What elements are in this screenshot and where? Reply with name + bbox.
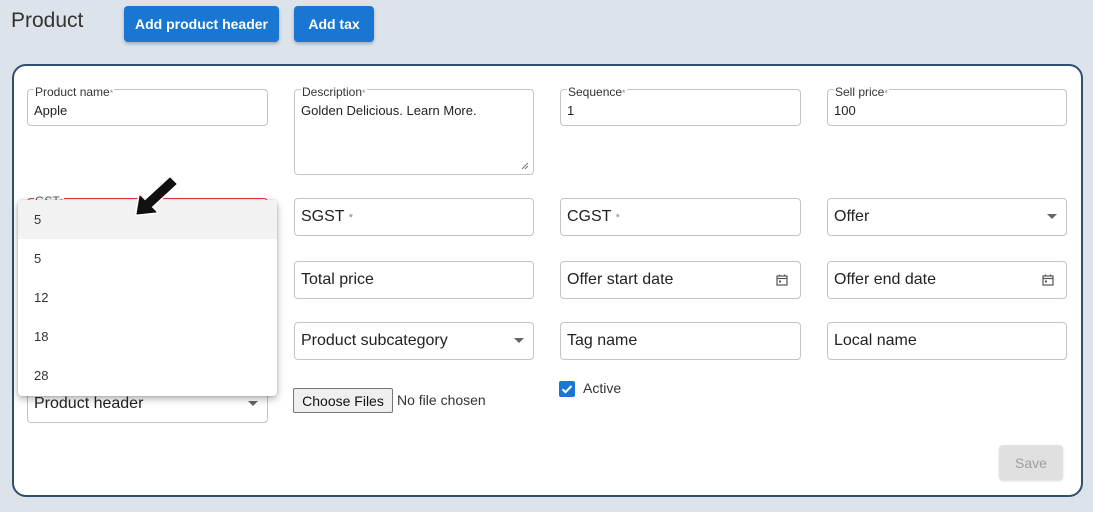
sequence-label: Sequence* [567, 85, 627, 99]
offer-end-date-placeholder: Offer end date [834, 271, 936, 288]
cgst-placeholder: CGST * [567, 208, 620, 225]
sgst-field[interactable]: SGST * [294, 198, 534, 236]
resize-handle-icon[interactable] [521, 162, 529, 170]
file-status-text: No file chosen [397, 392, 486, 408]
local-name-field[interactable]: Local name [827, 322, 1067, 360]
description-field[interactable]: Description* Golden Delicious. Learn Mor… [294, 85, 534, 175]
local-name-placeholder: Local name [834, 332, 917, 349]
cgst-field[interactable]: CGST * [560, 198, 801, 236]
chevron-down-icon [1047, 214, 1057, 219]
gst-option[interactable]: 28 [18, 356, 277, 395]
add-product-header-button[interactable]: Add product header [124, 6, 279, 42]
product-subcategory-select[interactable]: Product subcategory [294, 322, 534, 360]
product-name-field[interactable]: Product name* Apple [27, 85, 268, 126]
calendar-icon[interactable] [1042, 274, 1054, 286]
product-name-value: Apple [34, 103, 68, 118]
product-name-label: Product name* [34, 85, 115, 99]
sequence-value: 1 [567, 103, 575, 118]
product-header-placeholder: Product header [34, 395, 144, 412]
checkmark-icon [561, 385, 573, 394]
offer-end-date-field[interactable]: Offer end date [827, 261, 1067, 299]
gst-option[interactable]: 5 [18, 200, 277, 239]
calendar-icon[interactable] [776, 274, 788, 286]
description-label: Description* [301, 85, 367, 99]
sequence-field[interactable]: Sequence* 1 [560, 85, 801, 126]
page-title: Product [11, 9, 84, 32]
gst-option[interactable]: 18 [18, 317, 277, 356]
tag-name-placeholder: Tag name [567, 332, 638, 349]
total-price-placeholder: Total price [301, 271, 374, 288]
chevron-down-icon [248, 401, 258, 406]
gst-option[interactable]: 12 [18, 278, 277, 317]
gst-option[interactable]: 5 [18, 239, 277, 278]
product-subcategory-placeholder: Product subcategory [301, 332, 448, 349]
total-price-field[interactable]: Total price [294, 261, 534, 299]
gst-dropdown-menu: 5 5 12 18 28 [18, 200, 277, 396]
description-value: Golden Delicious. Learn More. [301, 103, 477, 118]
offer-select[interactable]: Offer [827, 198, 1067, 236]
add-tax-button[interactable]: Add tax [294, 6, 374, 42]
sell-price-value: 100 [834, 103, 856, 118]
active-checkbox[interactable] [559, 381, 575, 397]
save-button[interactable]: Save [999, 445, 1063, 480]
active-label: Active [583, 380, 622, 396]
offer-placeholder: Offer [834, 208, 870, 225]
sgst-placeholder: SGST * [301, 208, 354, 225]
chevron-down-icon [514, 338, 524, 343]
choose-files-button[interactable]: Choose Files [293, 388, 393, 413]
offer-start-date-placeholder: Offer start date [567, 271, 674, 288]
sell-price-label: Sell price* [834, 85, 889, 99]
tag-name-field[interactable]: Tag name [560, 322, 801, 360]
offer-start-date-field[interactable]: Offer start date [560, 261, 801, 299]
sell-price-field[interactable]: Sell price* 100 [827, 85, 1067, 126]
